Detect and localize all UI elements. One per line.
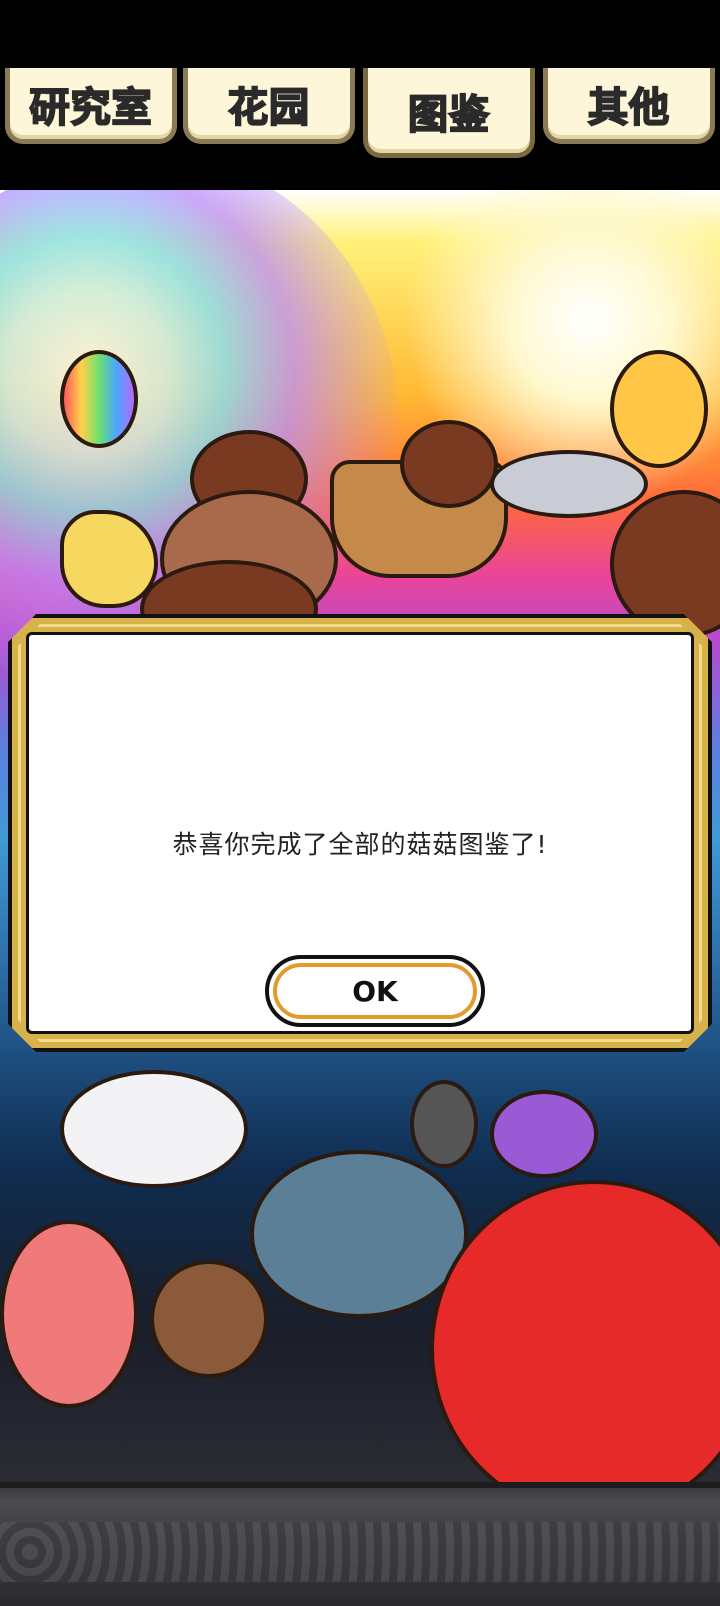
pink-mushroom-in-shell <box>0 1220 138 1408</box>
tab-laboratory[interactable]: 研究室 <box>5 68 177 144</box>
completion-dialog: 恭喜你完成了全部的菇菇图鉴了! OK <box>8 614 712 1052</box>
ornament-pattern <box>0 1522 720 1582</box>
penguin-character <box>410 1080 478 1168</box>
tab-encyclopedia[interactable]: 图鉴 <box>363 68 535 158</box>
ok-button-label: OK <box>352 974 398 1008</box>
top-navigation-bar: 研究室 花园 图鉴 其他 <box>0 0 720 190</box>
dialog-body: 恭喜你完成了全部的菇菇图鉴了! OK <box>26 632 694 1034</box>
tab-garden-label: 花园 <box>227 84 310 132</box>
ufo-character <box>490 450 648 518</box>
tab-encyclopedia-label: 图鉴 <box>407 91 490 139</box>
tab-others[interactable]: 其他 <box>543 68 715 144</box>
mushroom-in-basket <box>400 420 498 508</box>
tab-laboratory-label: 研究室 <box>29 84 153 132</box>
bottom-ornamental-bar <box>0 1482 720 1606</box>
anglerfish-character <box>250 1150 468 1318</box>
completion-message: 恭喜你完成了全部的菇菇图鉴了! <box>172 830 548 859</box>
tab-others-label: 其他 <box>587 84 670 132</box>
tab-garden[interactable]: 花园 <box>183 68 355 144</box>
purple-anemone-character <box>490 1090 598 1178</box>
small-mushroom-crowd <box>150 1260 268 1378</box>
white-fish-character <box>60 1070 248 1188</box>
ok-button[interactable]: OK <box>265 955 485 1027</box>
red-strawberry-mushroom <box>430 1180 720 1482</box>
rainbow-mushroom-character <box>60 350 138 448</box>
angel-mushroom-character <box>610 350 708 468</box>
